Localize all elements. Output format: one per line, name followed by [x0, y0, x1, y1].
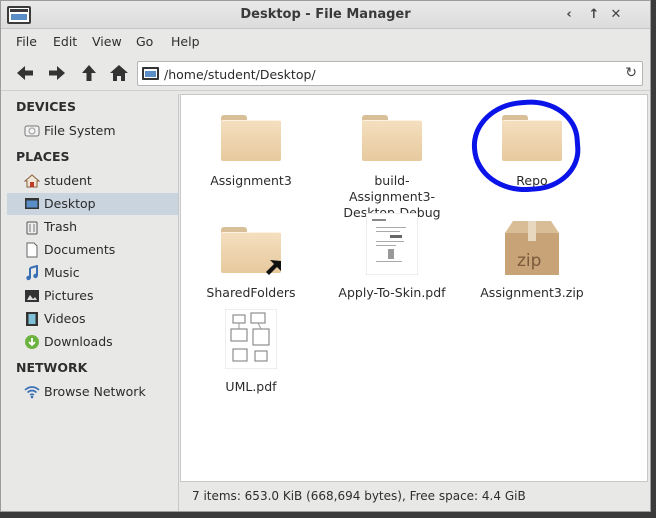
file-item[interactable]: SharedFolders: [191, 217, 311, 301]
file-item[interactable]: build-Assignment3-Desktop-Debug: [332, 105, 452, 221]
menu-edit[interactable]: Edit: [53, 34, 77, 49]
forward-button[interactable]: [45, 61, 69, 85]
home-button[interactable]: [107, 61, 131, 85]
sidebar-item-trash[interactable]: Trash: [7, 216, 178, 238]
pictures-icon: [25, 290, 39, 302]
window-title: Desktop - File Manager: [240, 7, 411, 22]
link-arrow-icon: [266, 260, 281, 275]
up-arrow-icon: [82, 65, 96, 81]
file-name: Assignment3: [210, 173, 292, 188]
wifi-icon: [24, 386, 40, 399]
title-bar[interactable]: Desktop - File Manager ‹ ↑ ✕: [1, 1, 650, 29]
folder-link-icon: [219, 217, 283, 279]
reload-icon[interactable]: ↻: [625, 65, 637, 81]
menu-file[interactable]: File: [16, 34, 37, 49]
home-icon: [110, 65, 128, 81]
status-bar: 7 items: 653.0 KiB (668,694 bytes), Free…: [180, 484, 648, 508]
sidebar-item-file-system[interactable]: File System: [7, 120, 178, 142]
zip-archive-icon: zip: [500, 217, 564, 279]
home-icon: [24, 174, 40, 188]
file-item[interactable]: Apply-To-Skin.pdf: [332, 213, 452, 301]
devices-header: DEVICES: [16, 99, 76, 114]
maximize-button[interactable]: ↑: [586, 7, 602, 23]
zip-label: zip: [517, 251, 542, 271]
document-icon: [26, 242, 38, 258]
menu-go[interactable]: Go: [136, 34, 153, 49]
pdf-thumbnail-icon: [360, 213, 424, 279]
sidebar-item-label: Videos: [44, 311, 86, 326]
file-name: Apply-To-Skin.pdf: [338, 285, 446, 300]
status-text: 7 items: 653.0 KiB (668,694 bytes), Free…: [192, 489, 526, 503]
network-header: NETWORK: [16, 360, 88, 375]
sidebar-item-videos[interactable]: Videos: [7, 308, 178, 330]
sidebar-item-label: Pictures: [44, 288, 94, 303]
sidebar-item-label: Downloads: [44, 334, 113, 349]
desktop-background: [0, 512, 656, 518]
address-bar[interactable]: /home/student/Desktop/ ↻: [137, 61, 643, 86]
sidebar-item-student[interactable]: student: [7, 170, 178, 192]
sidebar-item-label: Browse Network: [44, 384, 146, 399]
sidebar-item-label: File System: [44, 123, 116, 138]
folder-icon: [360, 105, 424, 167]
download-icon: [25, 335, 39, 349]
menu-bar: File Edit View Go Help: [1, 30, 650, 54]
back-button[interactable]: [13, 61, 37, 85]
close-button[interactable]: ✕: [608, 7, 624, 23]
file-item[interactable]: zip Assignment3.zip: [472, 217, 592, 301]
drive-icon: [24, 125, 40, 137]
file-name: Assignment3.zip: [480, 285, 584, 300]
folder-icon: [219, 105, 283, 167]
places-header: PLACES: [16, 149, 70, 164]
sidebar-item-downloads[interactable]: Downloads: [7, 331, 178, 353]
forward-arrow-icon: [49, 66, 65, 80]
sidebar-item-music[interactable]: Music: [7, 262, 178, 284]
file-item[interactable]: UML.pdf: [191, 309, 311, 395]
file-item[interactable]: Assignment3: [191, 105, 311, 189]
menu-view[interactable]: View: [92, 34, 122, 49]
menu-help[interactable]: Help: [171, 34, 200, 49]
sidebar-item-desktop[interactable]: Desktop: [7, 193, 178, 215]
music-icon: [26, 265, 38, 281]
file-manager-window: Desktop - File Manager ‹ ↑ ✕ File Edit V…: [0, 0, 651, 512]
sidebar-item-label: Documents: [44, 242, 116, 257]
sidebar-item-label: Trash: [44, 219, 78, 234]
address-input[interactable]: /home/student/Desktop/: [164, 67, 316, 82]
video-icon: [26, 312, 38, 326]
trash-icon: [26, 221, 38, 235]
minimize-button[interactable]: ‹: [561, 7, 577, 23]
sidebar-item-label: student: [44, 173, 92, 188]
back-arrow-icon: [17, 66, 33, 80]
sidebar-item-pictures[interactable]: Pictures: [7, 285, 178, 307]
sidebar-item-browse-network[interactable]: Browse Network: [7, 381, 178, 403]
sidebar-item-label: Music: [44, 265, 80, 280]
pdf-thumbnail-icon: [219, 309, 283, 373]
up-button[interactable]: [77, 61, 101, 85]
file-name: SharedFolders: [206, 285, 296, 300]
desktop-icon: [25, 198, 39, 209]
sidebar-item-label: Desktop: [44, 196, 96, 211]
desktop-location-icon: [142, 67, 159, 80]
file-name: UML.pdf: [225, 379, 277, 394]
sidebar: DEVICES File System PLACES student Deskt…: [7, 94, 179, 511]
sidebar-item-documents[interactable]: Documents: [7, 239, 178, 261]
